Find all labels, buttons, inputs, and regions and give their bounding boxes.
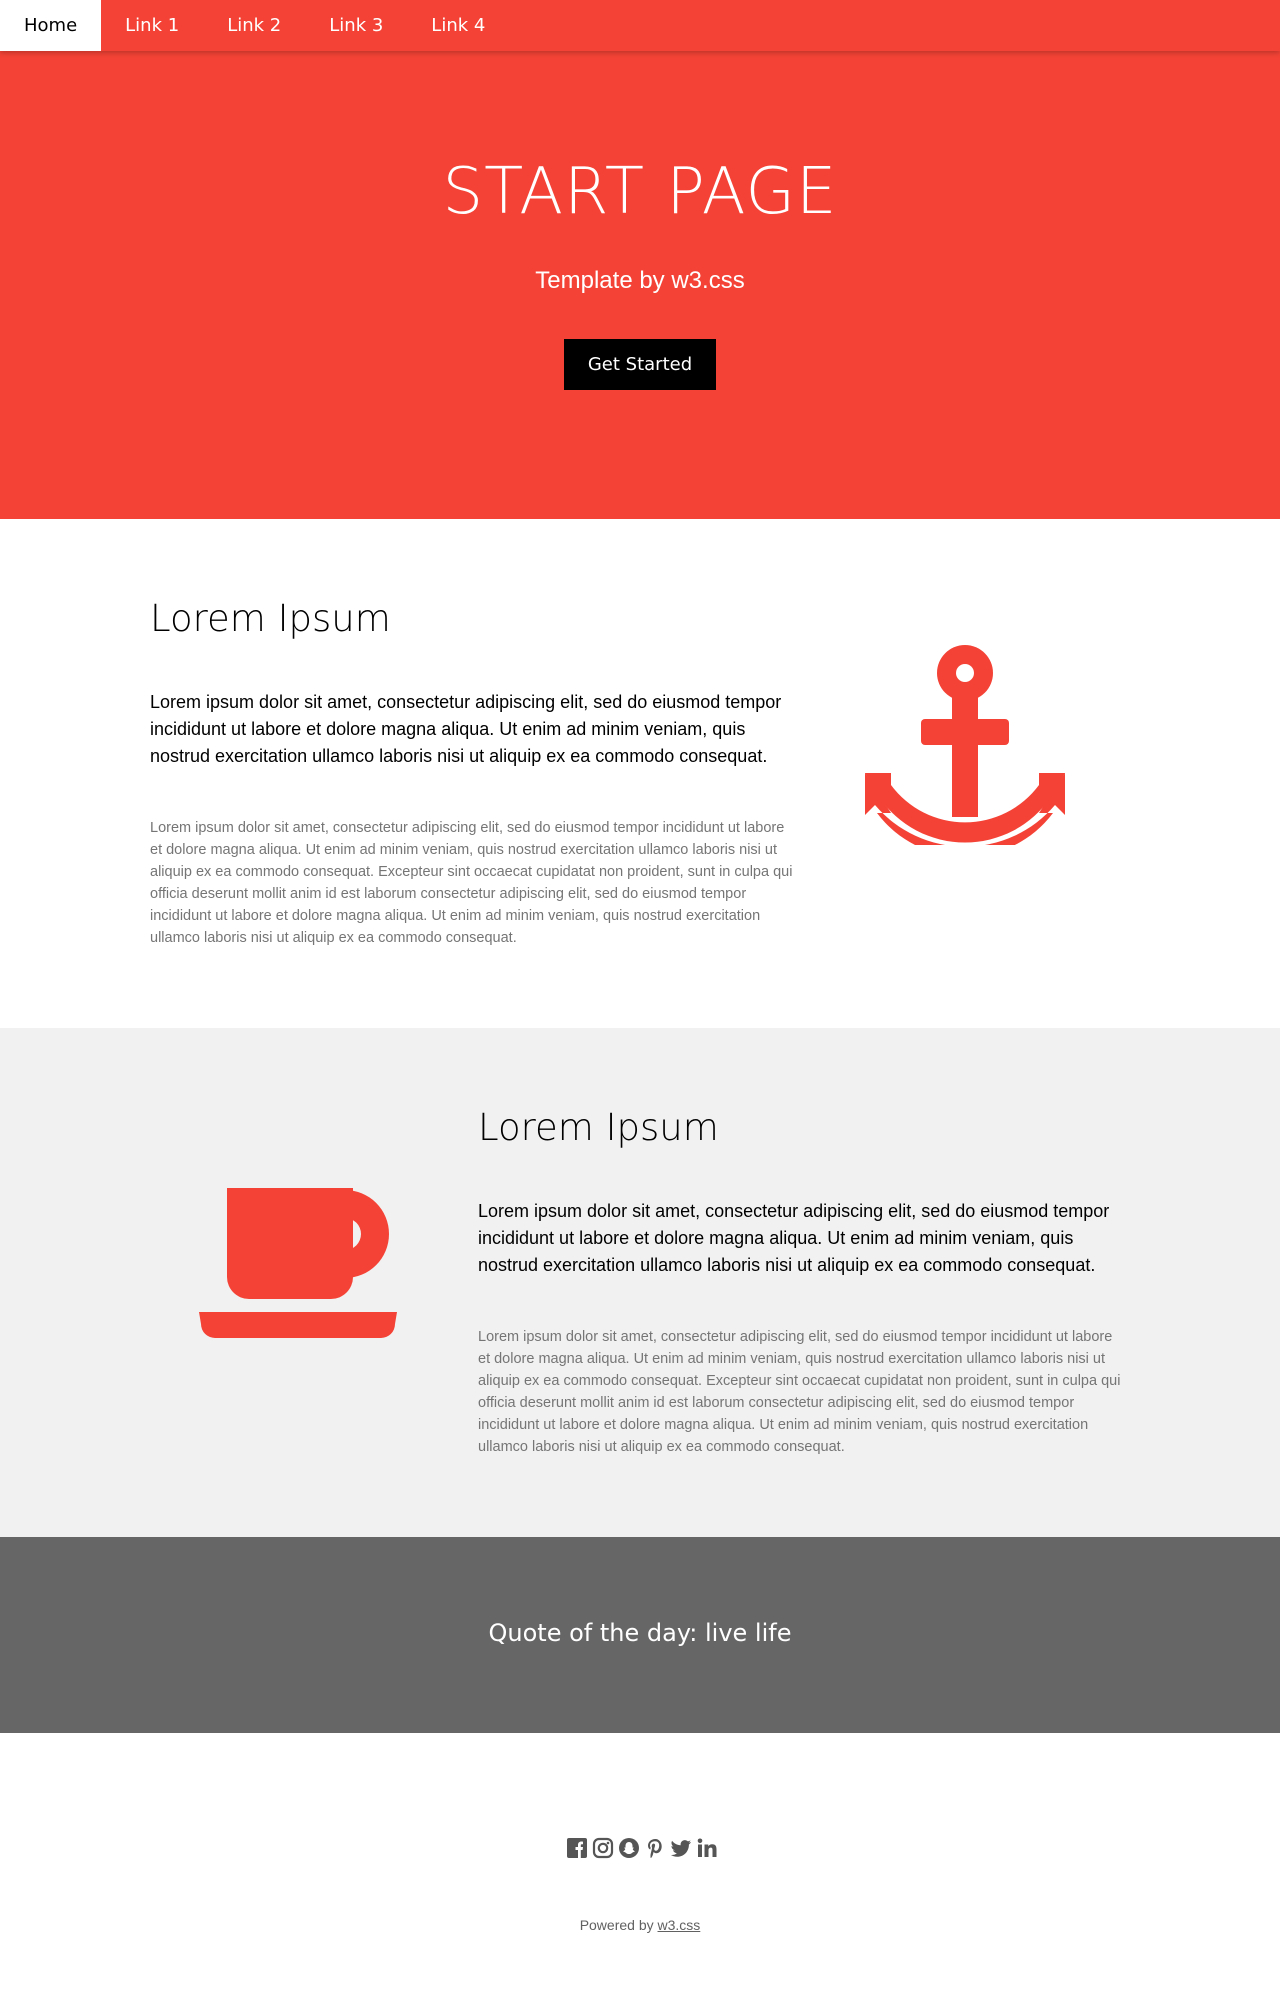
coffee-icon [195,1182,401,1346]
instagram-icon[interactable] [592,1837,614,1859]
powered-by-prefix: Powered by [579,1917,658,1933]
quote-text: Quote of the day: live life [488,1619,792,1647]
section-lead-text: Lorem ipsum dolor sit amet, consectetur … [150,692,782,766]
pinterest-icon[interactable] [644,1837,666,1859]
snapchat-icon[interactable] [618,1837,640,1859]
section-heading: Lorem Ipsum [150,597,391,640]
twitter-icon[interactable] [670,1837,692,1859]
w3css-link[interactable]: w3.css [658,1917,701,1933]
section-body-text: Lorem ipsum dolor sit amet, consectetur … [150,820,793,946]
section-heading: Lorem Ipsum [478,1106,719,1149]
section-coffee: Lorem Ipsum Lorem ipsum dolor sit amet, … [0,1028,1280,1537]
nav-link-3[interactable]: Link 3 [305,0,407,51]
footer: Powered by w3.css [0,1733,1280,2013]
nav-link-1[interactable]: Link 1 [101,0,203,51]
nav-link-4[interactable]: Link 4 [407,0,509,51]
social-links [566,1837,718,1859]
linkedin-icon[interactable] [696,1837,718,1859]
powered-by: Powered by w3.css [0,1917,1280,1933]
page-title: START PAGE [442,155,838,229]
top-nav: Home Link 1 Link 2 Link 3 Link 4 [0,0,1280,51]
nav-link-2[interactable]: Link 2 [203,0,305,51]
section-anchor: Lorem Ipsum Lorem ipsum dolor sit amet, … [0,519,1280,1028]
facebook-icon[interactable] [566,1837,588,1859]
hero-subtitle: Template by w3.css [535,267,745,294]
hero: START PAGE Template by w3.css Get Starte… [0,51,1280,519]
quote-band: Quote of the day: live life [0,1537,1280,1733]
nav-home[interactable]: Home [0,0,102,51]
section-lead-text: Lorem ipsum dolor sit amet, consectetur … [478,1201,1110,1275]
get-started-button[interactable]: Get Started [564,339,716,390]
anchor-icon [865,645,1065,857]
section-body-text: Lorem ipsum dolor sit amet, consectetur … [478,1329,1121,1455]
